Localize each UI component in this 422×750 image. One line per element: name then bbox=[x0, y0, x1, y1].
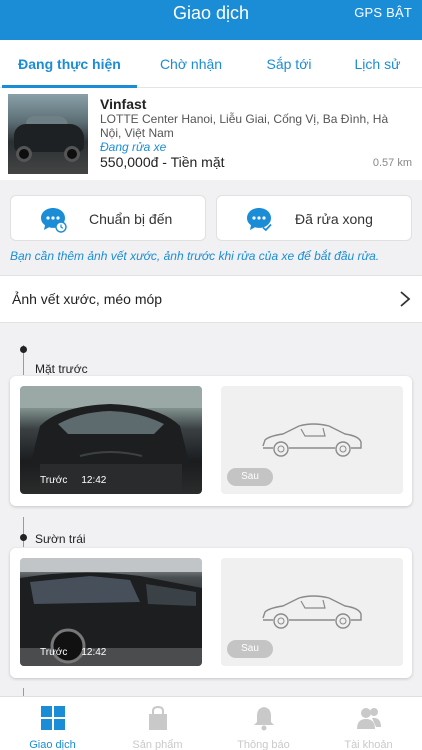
gps-status[interactable]: GPS BẬT bbox=[354, 5, 412, 20]
nav-account[interactable]: Tài khoản bbox=[316, 697, 421, 750]
nav-label: Tài khoản bbox=[344, 739, 393, 750]
order-price: 550,000đ - Tiền mặt bbox=[100, 154, 225, 170]
before-caption: Trước 12:42 bbox=[40, 647, 107, 658]
nav-label: Giao dịch bbox=[29, 739, 76, 750]
nav-transactions[interactable]: Giao dịch bbox=[0, 697, 105, 750]
before-photo-front[interactable]: Trước 12:42 bbox=[20, 386, 202, 494]
chat-check-icon bbox=[247, 208, 272, 232]
photo-card-front: Trước 12:42 Sau bbox=[10, 376, 412, 506]
scratch-photos-row[interactable]: Ảnh vết xước, méo móp bbox=[0, 275, 422, 323]
nav-products[interactable]: Sản phẩm bbox=[105, 697, 210, 750]
tab-in-progress[interactable]: Đang thực hiện bbox=[2, 40, 137, 88]
order-card[interactable]: Vinfast LOTTE Center Hanoi, Liễu Giai, C… bbox=[0, 88, 422, 180]
bag-icon bbox=[149, 705, 167, 730]
grid-icon bbox=[41, 706, 65, 730]
wash-done-label: Đã rửa xong bbox=[295, 211, 373, 227]
app-header: Giao dịch GPS BẬT bbox=[0, 0, 422, 40]
after-badge: Sau bbox=[227, 468, 273, 486]
order-distance: 0.57 km bbox=[372, 157, 412, 169]
before-caption: Trước 12:42 bbox=[40, 475, 107, 486]
wash-done-button[interactable]: Đã rửa xong bbox=[216, 195, 412, 241]
tab-waiting[interactable]: Chờ nhận bbox=[137, 40, 245, 88]
users-icon bbox=[357, 708, 381, 729]
prepare-label: Chuẩn bị đến bbox=[89, 211, 173, 227]
chevron-right-icon bbox=[400, 291, 411, 307]
car-name: Vinfast bbox=[100, 96, 147, 112]
tab-upcoming[interactable]: Sắp tới bbox=[245, 40, 333, 88]
bell-icon bbox=[254, 707, 274, 731]
timeline-dot bbox=[20, 534, 27, 541]
order-address: LOTTE Center Hanoi, Liễu Giai, Cống Vị, … bbox=[100, 112, 389, 140]
group-label-left-side: Sườn trái bbox=[35, 532, 86, 546]
scratch-photos-label: Ảnh vết xước, méo móp bbox=[12, 291, 163, 307]
tab-bar: Đang thực hiện Chờ nhận Sắp tới Lịch sử bbox=[0, 40, 422, 88]
car-outline-icon bbox=[262, 595, 362, 629]
nav-notifications[interactable]: Thông báo bbox=[211, 697, 316, 750]
timeline-dot bbox=[20, 346, 27, 353]
group-label-front: Mặt trước bbox=[35, 362, 88, 376]
after-photo-left-side[interactable]: Sau bbox=[221, 558, 403, 666]
after-photo-front[interactable]: Sau bbox=[221, 386, 403, 494]
chat-clock-icon bbox=[41, 208, 67, 233]
car-thumbnail bbox=[8, 94, 88, 174]
nav-label: Thông báo bbox=[237, 739, 290, 750]
timeline-line bbox=[23, 517, 24, 547]
photo-card-left-side: Trước 12:42 Sau bbox=[10, 548, 412, 678]
before-photo-left-side[interactable]: Trước 12:42 bbox=[20, 558, 202, 666]
bottom-nav: Giao dịch Sản phẩm Thông báo Tài khoản bbox=[0, 696, 422, 750]
nav-label: Sản phẩm bbox=[132, 739, 183, 750]
order-status: Đang rửa xe bbox=[100, 140, 167, 154]
notice-text: Bạn cần thêm ảnh vết xước, ảnh trước khi… bbox=[10, 249, 380, 263]
after-badge: Sau bbox=[227, 640, 273, 658]
prepare-button[interactable]: Chuẩn bị đến bbox=[10, 195, 206, 241]
car-outline-icon bbox=[262, 423, 362, 457]
tab-history[interactable]: Lịch sử bbox=[333, 40, 422, 88]
